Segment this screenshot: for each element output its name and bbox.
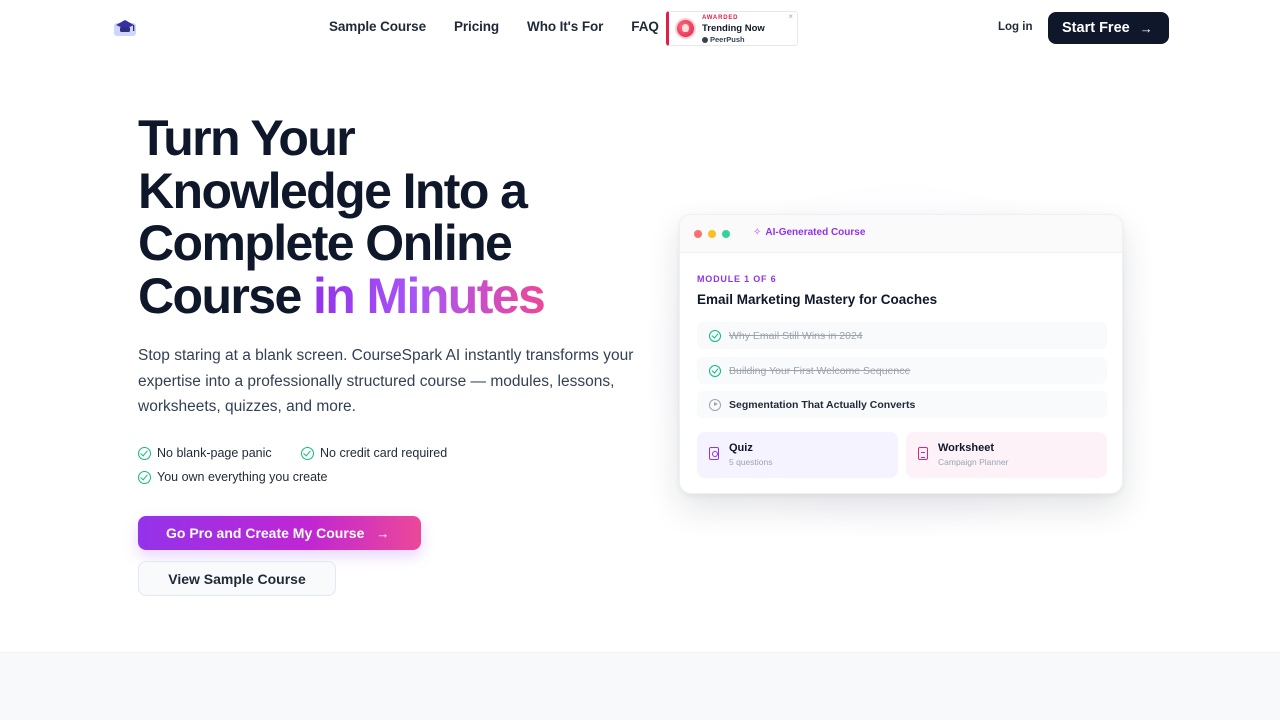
- check-circle-icon: [709, 364, 721, 377]
- go-pro-button[interactable]: Go Pro and Create My Course →: [138, 516, 421, 550]
- window-close-dot: [694, 230, 702, 238]
- badge-title: Trending Now: [702, 23, 765, 34]
- headline-line-3: Complete Online: [138, 215, 513, 271]
- card-titlebar: ✧ AI-Generated Course: [680, 215, 1122, 253]
- nav-link-faq[interactable]: FAQ: [631, 19, 659, 34]
- headline-accent: in Minutes: [312, 267, 546, 324]
- logo-icon[interactable]: [112, 17, 138, 37]
- hero-lead: Stop staring at a blank screen. CourseSp…: [138, 347, 634, 415]
- badge-source: PeerPush: [702, 35, 745, 44]
- start-free-label: Start Free: [1062, 20, 1130, 36]
- arrow-right-icon: →: [376, 525, 390, 541]
- check-label: No blank-page panic: [157, 446, 272, 460]
- close-icon[interactable]: ×: [788, 12, 793, 21]
- nav-link-sample-course[interactable]: Sample Course: [329, 19, 426, 34]
- course-title: Email Marketing Mastery for Coaches: [697, 292, 938, 307]
- lesson-title: Segmentation That Actually Converts: [729, 398, 916, 411]
- view-sample-course-button[interactable]: View Sample Course: [138, 561, 336, 596]
- peerpush-icon: [702, 36, 708, 43]
- clipboard-icon: [918, 447, 928, 460]
- window-maximize-dot: [722, 230, 730, 238]
- tile-title: Quiz: [729, 442, 753, 454]
- check-item: You own everything you create: [138, 470, 327, 484]
- tile-title: Worksheet: [938, 442, 995, 454]
- trending-badge[interactable]: AWARDED Trending Now PeerPush ×: [666, 11, 798, 46]
- check-circle-icon: [138, 446, 151, 460]
- tile-subtitle: Campaign Planner: [938, 457, 1009, 467]
- window-minimize-dot: [708, 230, 716, 238]
- lesson-item[interactable]: Segmentation That Actually Converts: [697, 391, 1107, 418]
- next-section-band: [0, 652, 1280, 720]
- top-nav: Sample Course Pricing Who It's For FAQ A…: [0, 0, 1280, 56]
- arrow-right-icon: →: [1139, 20, 1153, 36]
- hero-headline: Turn Your Knowledge Into a Complete Onli…: [138, 112, 658, 322]
- start-free-button[interactable]: Start Free →: [1048, 12, 1169, 44]
- tile-subtitle: 5 questions: [729, 457, 773, 467]
- card-bar-label: AI-Generated Course: [765, 227, 866, 238]
- lesson-title: Building Your First Welcome Sequence: [729, 364, 911, 377]
- check-circle-icon: [138, 470, 151, 484]
- headline-line-1: Turn Your: [138, 110, 356, 166]
- login-link[interactable]: Log in: [998, 21, 1033, 33]
- check-item: No credit card required: [301, 446, 447, 460]
- nav-links: Sample Course Pricing Who It's For FAQ: [329, 19, 659, 34]
- medal-icon: [675, 18, 696, 39]
- course-preview-card: ✧ AI-Generated Course MODULE 1 OF 6 Emai…: [679, 214, 1123, 494]
- lesson-item[interactable]: Why Email Still Wins in 2024: [697, 322, 1107, 349]
- sparkle-icon: ✧: [753, 227, 762, 238]
- quiz-tile[interactable]: Quiz 5 questions: [697, 432, 898, 478]
- nav-link-who-its-for[interactable]: Who It's For: [527, 19, 603, 34]
- quiz-icon: [709, 447, 719, 460]
- badge-source-label: PeerPush: [710, 35, 745, 44]
- badge-kicker: AWARDED: [702, 15, 739, 21]
- lesson-item[interactable]: Building Your First Welcome Sequence: [697, 357, 1107, 384]
- check-item: No blank-page panic: [138, 446, 272, 460]
- worksheet-tile[interactable]: Worksheet Campaign Planner: [906, 432, 1107, 478]
- card-bar-title: ✧ AI-Generated Course: [753, 227, 865, 238]
- check-label: You own everything you create: [157, 470, 328, 484]
- check-label: No credit card required: [320, 446, 448, 460]
- nav-link-pricing[interactable]: Pricing: [454, 19, 499, 34]
- headline-line-4: Course: [138, 267, 313, 324]
- check-circle-icon: [301, 446, 314, 460]
- headline-line-2: Knowledge Into a: [138, 162, 528, 219]
- lesson-title: Why Email Still Wins in 2024: [729, 329, 863, 342]
- go-pro-label: Go Pro and Create My Course: [166, 525, 365, 541]
- check-circle-icon: [709, 329, 721, 342]
- module-label: MODULE 1 OF 6: [697, 274, 777, 284]
- play-circle-icon: [709, 398, 721, 411]
